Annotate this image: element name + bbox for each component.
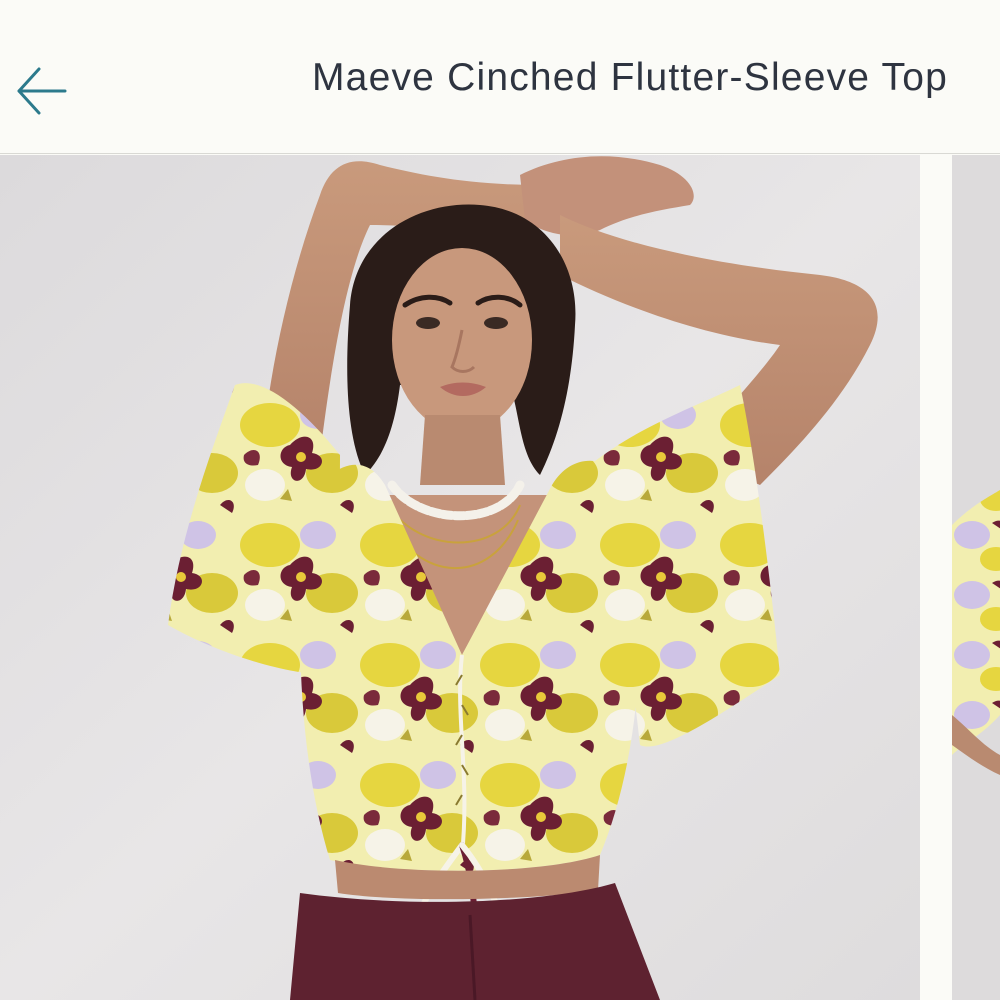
back-button[interactable] xyxy=(8,58,74,124)
product-photo-illustration xyxy=(0,155,920,1000)
arrow-left-icon xyxy=(17,67,67,115)
product-detail-screen: Maeve Cinched Flutter-Sleeve Top xyxy=(0,0,1000,1000)
page-title: Maeve Cinched Flutter-Sleeve Top xyxy=(312,56,948,99)
image-carousel[interactable] xyxy=(0,155,1000,1000)
top-bar: Maeve Cinched Flutter-Sleeve Top xyxy=(0,0,1000,154)
product-photo-2[interactable] xyxy=(952,155,1000,1000)
product-photo-1[interactable] xyxy=(0,155,920,1000)
product-photo-2-illustration xyxy=(952,155,1000,1000)
